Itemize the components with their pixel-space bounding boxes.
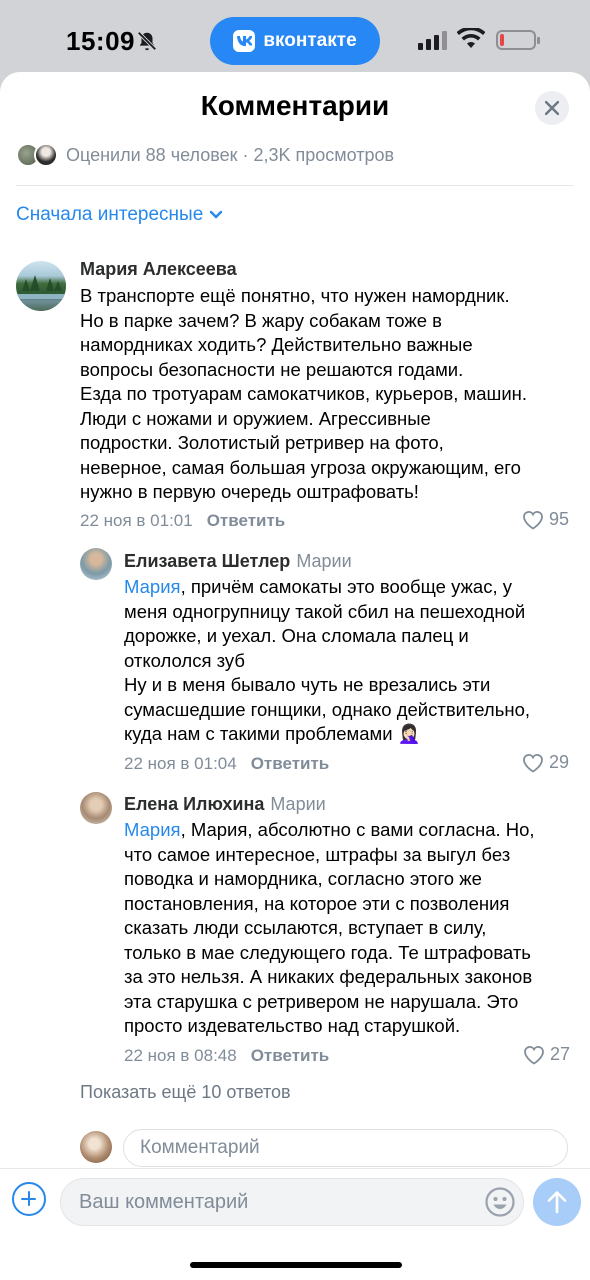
close-button[interactable]: [535, 91, 569, 125]
sort-dropdown[interactable]: Сначала интересные: [16, 204, 223, 226]
comment-author[interactable]: Мария Алексеева: [80, 259, 237, 280]
comment-date: 22 ноя в 01:01: [80, 511, 193, 530]
heart-icon: [523, 510, 543, 530]
reply-to-label: Марии: [270, 794, 326, 814]
home-indicator: [190, 1262, 402, 1268]
stats-text: Оценили 88 человек · 2,3K просмотров: [66, 144, 395, 165]
my-avatar: [80, 1131, 112, 1163]
comment-date: 22 ноя в 08:48: [124, 1046, 237, 1065]
reply-button[interactable]: Ответить: [251, 754, 330, 773]
status-time: 15:09: [66, 26, 135, 56]
likes-stats[interactable]: Оценили 88 человек · 2,3K просмотров: [16, 142, 394, 168]
reply-button[interactable]: Ответить: [251, 1046, 330, 1065]
avatar[interactable]: [80, 792, 112, 824]
comments-sheet: Комментарии Оценили 88 человек · 2,3K пр…: [0, 72, 590, 1280]
heart-icon: [523, 753, 543, 773]
vk-app-pill[interactable]: вконтакте: [210, 17, 380, 65]
reply-to-label: Марии: [296, 551, 352, 571]
divider: [0, 1168, 590, 1169]
comment-author[interactable]: Елизавета Шетлер Марии: [124, 551, 352, 572]
comment-date: 22 ноя в 01:04: [124, 754, 237, 773]
like-button[interactable]: 29: [522, 752, 569, 773]
vk-pill-label: вконтакте: [263, 30, 357, 51]
emoji-icon[interactable]: [484, 1186, 516, 1218]
avatar[interactable]: [16, 261, 66, 311]
comment-text: Мария, Мария, абсолютно с вами согласна.…: [124, 819, 535, 1036]
mention-link[interactable]: Мария: [124, 576, 181, 597]
close-icon: [545, 101, 559, 115]
chevron-down-icon: [210, 210, 223, 219]
mention-link[interactable]: Мария: [124, 819, 181, 840]
arrow-up-icon: [547, 1191, 567, 1214]
comment-input[interactable]: Ваш комментарий: [60, 1178, 524, 1226]
vk-logo-icon: [233, 30, 256, 52]
comment-author[interactable]: Елена Илюхина Марии: [124, 794, 326, 815]
comment-meta: 22 ноя в 01:01 Ответить: [80, 511, 285, 531]
comment-meta: 22 ноя в 01:04 Ответить: [124, 754, 329, 774]
wifi-icon: [457, 28, 485, 48]
inline-reply-input[interactable]: Комментарий: [123, 1129, 568, 1167]
comment-text: Мария, причём самокаты это вообще ужас, …: [124, 576, 531, 744]
like-count: 27: [550, 1044, 571, 1064]
comment-text: В транспорте ещё понятно, что нужен намо…: [80, 285, 528, 502]
battery-icon: [496, 30, 540, 50]
comment-meta: 22 ноя в 08:48 Ответить: [124, 1046, 329, 1066]
add-attachment-button[interactable]: [12, 1182, 46, 1216]
reply-button[interactable]: Ответить: [207, 511, 286, 530]
like-count: 95: [549, 509, 570, 529]
avatar[interactable]: [80, 548, 112, 580]
status-bar: 15:09 вконтакте: [0, 0, 590, 80]
cellular-signal-icon: [418, 31, 447, 50]
like-count: 29: [549, 752, 570, 772]
heart-icon: [524, 1045, 544, 1065]
show-more-replies-link[interactable]: Показать ещё 10 ответов: [80, 1082, 291, 1103]
sheet-title: Комментарии: [200, 90, 390, 121]
divider: [16, 185, 574, 186]
like-button[interactable]: 95: [522, 509, 569, 530]
bell-muted-icon: [137, 31, 157, 51]
send-button[interactable]: [533, 1178, 581, 1226]
sort-label: Сначала интересные: [16, 204, 204, 225]
liker-avatar: [34, 143, 58, 167]
like-button[interactable]: 27: [523, 1044, 570, 1065]
